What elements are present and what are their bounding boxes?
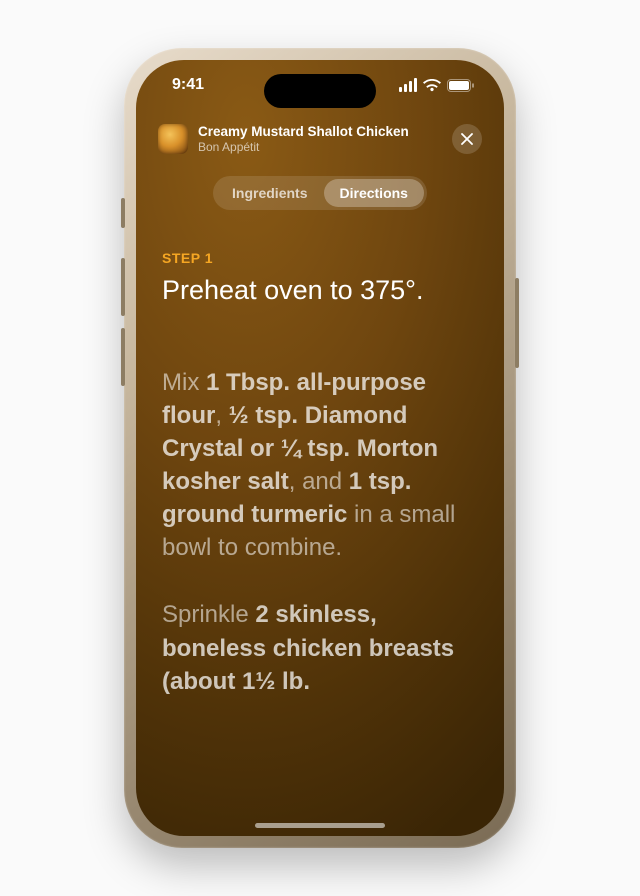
status-time: 9:41 [172,76,204,94]
recipe-header: Creamy Mustard Shallot Chicken Bon Appét… [136,124,504,155]
step-primary-instruction: Preheat oven to 375°. [162,274,478,308]
step-label: STEP 1 [162,250,478,266]
tab-switcher: Ingredients Directions [213,176,427,210]
close-icon [461,133,473,145]
step-paragraph: Mix 1 Tbsp. all-purpose flour, ½ tsp. Di… [162,366,478,565]
close-button[interactable] [452,124,482,154]
volume-down-button[interactable] [121,328,125,386]
tab-directions[interactable]: Directions [324,179,424,207]
phone-frame: 9:41 Creamy Mustard Shallot Chicken Bon … [124,48,516,848]
recipe-source: Bon Appétit [198,140,444,154]
directions-content[interactable]: STEP 1 Preheat oven to 375°. Mix 1 Tbsp.… [136,250,504,836]
side-button[interactable] [515,278,519,368]
ring-switch[interactable] [121,198,125,228]
volume-up-button[interactable] [121,258,125,316]
home-indicator[interactable] [255,823,385,828]
dynamic-island [264,74,376,108]
tab-ingredients[interactable]: Ingredients [216,179,323,207]
step-paragraph: Sprinkle 2 skinless, boneless chicken br… [162,598,478,697]
battery-icon [447,79,474,92]
cellular-icon [399,78,417,92]
wifi-icon [423,79,441,92]
recipe-title: Creamy Mustard Shallot Chicken [198,124,444,140]
recipe-thumbnail[interactable] [158,124,188,154]
screen: 9:41 Creamy Mustard Shallot Chicken Bon … [136,60,504,836]
